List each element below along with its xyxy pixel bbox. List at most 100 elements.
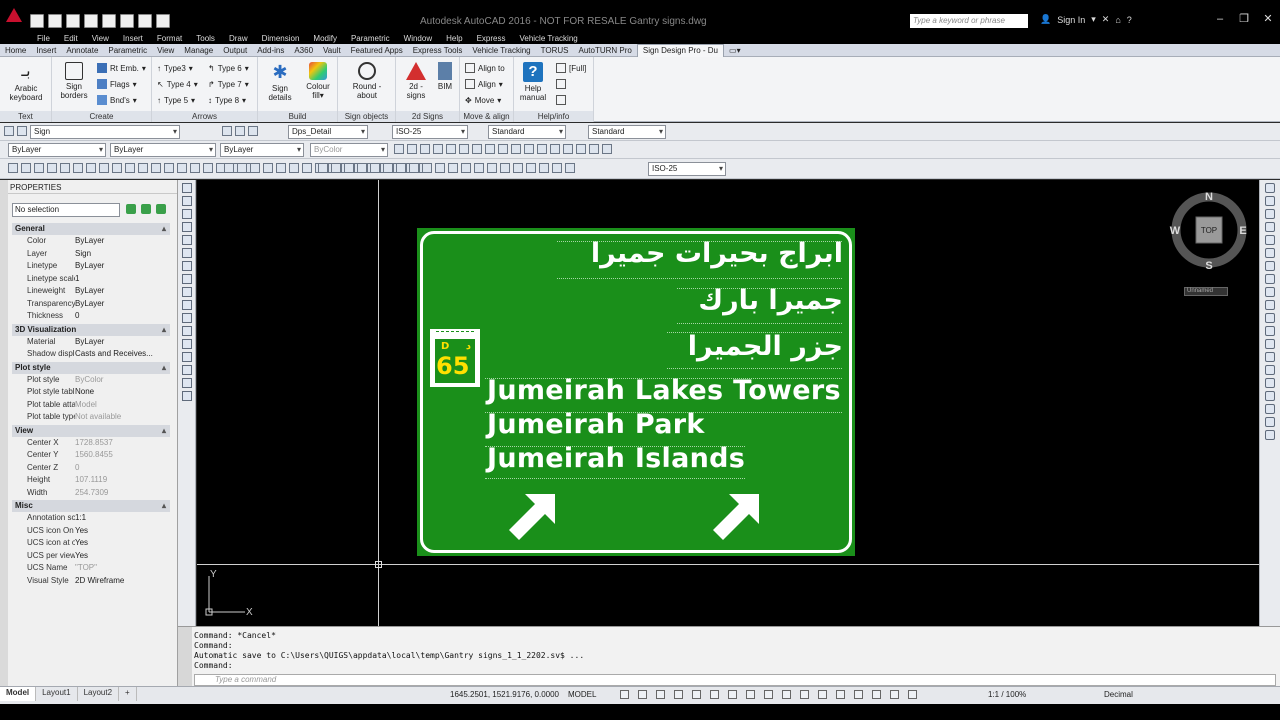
dim-space-icon[interactable] (461, 163, 471, 173)
vtool-block-icon[interactable] (181, 313, 192, 323)
move-icon[interactable] (289, 163, 299, 173)
rtool-rotate-icon[interactable] (1265, 261, 1275, 271)
vtool-xline-icon[interactable] (181, 196, 192, 206)
polyline-icon[interactable] (34, 163, 44, 173)
tab-model[interactable]: Model (0, 687, 37, 701)
command-line-grip[interactable] (178, 627, 192, 687)
dim-aligned-icon[interactable] (331, 163, 341, 173)
dim-break-icon[interactable] (474, 163, 484, 173)
tab-express-tools[interactable]: Express Tools (408, 46, 468, 55)
property-value[interactable]: ByLayer (75, 298, 170, 311)
property-value[interactable]: ByLayer (75, 285, 170, 298)
align-to-button[interactable]: Align to (465, 61, 505, 75)
make-current-icon[interactable] (222, 126, 232, 136)
tab-parametric[interactable]: Parametric (103, 46, 152, 55)
property-row[interactable]: Width 254.7309 (12, 487, 170, 500)
menu-file[interactable]: File (30, 34, 57, 43)
osnap-icon[interactable] (764, 690, 773, 699)
menu-vehicle-tracking[interactable]: Vehicle Tracking (512, 34, 584, 43)
infer-icon[interactable] (656, 690, 665, 699)
baseline-dim-icon[interactable] (511, 144, 521, 154)
vtool-rect-icon[interactable] (181, 235, 192, 245)
dim-update-icon[interactable] (602, 144, 612, 154)
linetype-select[interactable]: ByLayer (110, 143, 216, 157)
vtool-region-icon[interactable] (181, 365, 192, 375)
rtool-erase-icon[interactable] (1265, 183, 1275, 193)
property-section-header[interactable]: 3D Visualization (12, 323, 170, 336)
dim-baseline-icon[interactable] (435, 163, 445, 173)
restore-button[interactable]: ❐ (1236, 12, 1252, 26)
spline-icon[interactable] (112, 163, 122, 173)
menu-view[interactable]: View (85, 34, 116, 43)
tab-sign-design-pro[interactable]: Sign Design Pro - Du (636, 43, 725, 57)
ellipse-arc-icon[interactable] (138, 163, 148, 173)
property-value[interactable]: Yes (75, 525, 170, 538)
angular-dim-icon[interactable] (485, 144, 495, 154)
rtool-break-icon[interactable] (1265, 326, 1275, 336)
menu-dimension[interactable]: Dimension (255, 34, 307, 43)
ribbon-options-icon[interactable]: ▭▾ (724, 46, 746, 55)
arc-dim-icon[interactable] (420, 144, 430, 154)
dim-quick-icon[interactable] (422, 163, 432, 173)
property-row[interactable]: Plot table type Not available (12, 411, 170, 424)
rtool-render-icon[interactable] (1265, 417, 1275, 427)
circle-icon[interactable] (86, 163, 96, 173)
arc-icon[interactable] (73, 163, 83, 173)
property-row[interactable]: Center X 1728.8537 (12, 437, 170, 450)
inspect-icon[interactable] (563, 144, 573, 154)
dim-arc-icon[interactable] (344, 163, 354, 173)
vtool-text-icon[interactable] (181, 391, 192, 401)
grid-icon[interactable] (620, 690, 629, 699)
sign-in[interactable]: 👤 Sign In ▾ ✕ ⌂ ? (1040, 14, 1132, 25)
property-row[interactable]: Shadow displayCasts and Receives... (12, 348, 170, 361)
plotstyle-select[interactable]: ByColor (310, 143, 388, 157)
tab-vehicle-tracking[interactable]: Vehicle Tracking (467, 46, 535, 55)
vtool-hatch-icon[interactable] (181, 339, 192, 349)
property-row[interactable]: UCS per viewp...Yes (12, 550, 170, 563)
property-row[interactable]: Linetype ByLayer (12, 260, 170, 273)
coordinates-readout[interactable]: 1645.2501, 1521.9176, 0.0000 (450, 690, 559, 699)
type4-button[interactable]: ↖ Type 4 ▾ (157, 77, 198, 91)
selection-cycling-icon[interactable] (818, 690, 827, 699)
dim-ordinate-icon[interactable] (357, 163, 367, 173)
compass-north[interactable]: N (1205, 191, 1213, 203)
jogged-linear-icon[interactable] (526, 163, 536, 173)
tab-torus[interactable]: TORUS (536, 46, 574, 55)
annotation-visibility-icon[interactable] (890, 690, 899, 699)
rotate-icon[interactable] (302, 163, 312, 173)
linear-dim-icon[interactable] (394, 144, 404, 154)
layer-state-icon[interactable] (17, 126, 27, 136)
type8-button[interactable]: ↕ Type 8 ▾ (208, 93, 246, 107)
toggle-pickadd-icon[interactable] (126, 204, 136, 214)
settings-button[interactable] (556, 93, 566, 107)
viewcube[interactable]: TOP N S E W (1169, 190, 1249, 270)
minimize-button[interactable]: – (1212, 12, 1228, 26)
rtool-material-icon[interactable] (1265, 430, 1275, 440)
ordinate-dim-icon[interactable] (433, 144, 443, 154)
layer-previous-icon[interactable] (235, 126, 245, 136)
tablestyle-select[interactable]: Standard (488, 125, 566, 139)
info-button[interactable] (556, 77, 566, 91)
property-row[interactable]: Center Z 0 (12, 462, 170, 475)
property-value[interactable]: Casts and Receives... (75, 348, 170, 361)
auto-scale-icon[interactable] (908, 690, 917, 699)
select-objects-icon[interactable] (141, 204, 151, 214)
offset-icon[interactable] (263, 163, 273, 173)
property-value[interactable]: ByLayer (75, 260, 170, 273)
rtool-scale-icon[interactable] (1265, 274, 1275, 284)
gantry-sign[interactable]: ابراج بحيرات جميرا جميرا بارك جزر الجمير… (417, 228, 855, 556)
property-row[interactable]: Annotation sc...1:1 (12, 512, 170, 525)
copy-icon[interactable] (237, 163, 247, 173)
property-section-header[interactable]: Plot style (12, 361, 170, 374)
rtool-mirror-icon[interactable] (1265, 209, 1275, 219)
2d-signs-button[interactable]: 2d - signs (400, 62, 432, 100)
type7-button[interactable]: ↱ Type 7 ▾ (208, 77, 249, 91)
rt-emb-button[interactable]: Rt Emb. ▾ (97, 61, 146, 75)
tab-manage[interactable]: Manage (179, 46, 218, 55)
property-value[interactable]: Sign (75, 248, 170, 261)
roundabout-button[interactable]: Round -about (344, 62, 390, 100)
menu-help[interactable]: Help (439, 34, 469, 43)
menu-format[interactable]: Format (150, 34, 189, 43)
ducs-icon[interactable] (854, 690, 863, 699)
dim-edit-icon[interactable] (576, 144, 586, 154)
